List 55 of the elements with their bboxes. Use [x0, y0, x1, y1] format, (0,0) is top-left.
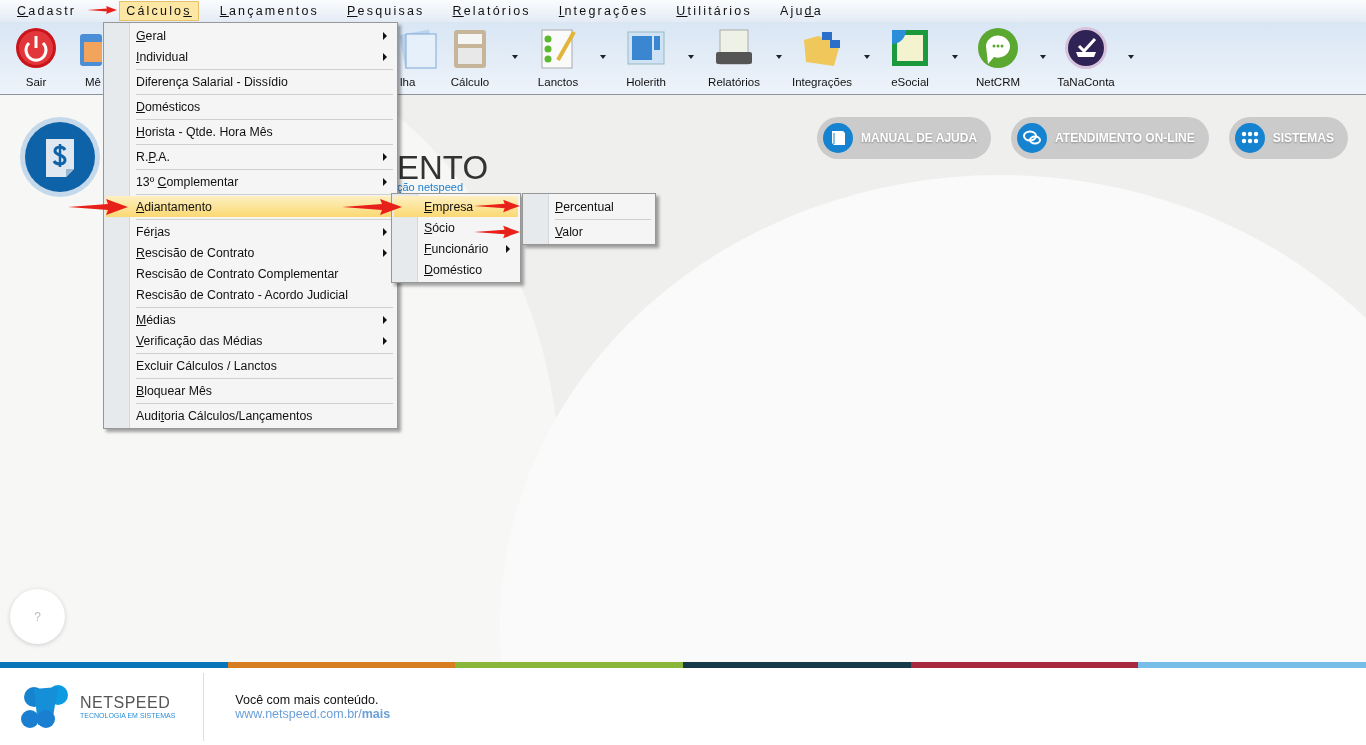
menu-item[interactable]: Rescisão de Contrato: [106, 242, 395, 263]
brand-logo-icon: [20, 684, 70, 729]
caret-icon[interactable]: [512, 55, 518, 59]
toolbar-button[interactable]: eSocial: [876, 22, 944, 88]
tray-check-icon: [1064, 26, 1108, 70]
menu-item[interactable]: Domésticos: [106, 96, 395, 117]
menu-item[interactable]: Lançamentos: [212, 1, 326, 21]
menu-item[interactable]: Férias: [106, 221, 395, 242]
menu-item[interactable]: 13º Complementar: [106, 171, 395, 192]
menu-item[interactable]: Bloquear Mês: [106, 380, 395, 401]
caret-icon[interactable]: [1128, 55, 1134, 59]
footer-message: Você com mais conteúdo.: [235, 692, 380, 707]
toolbar-button[interactable]: Lanctos: [524, 22, 592, 88]
menu-item[interactable]: Utilitários: [669, 1, 759, 21]
menu-item[interactable]: Rescisão de Contrato Complementar: [106, 263, 395, 284]
menu-item[interactable]: Rescisão de Contrato - Acordo Judicial: [106, 284, 395, 305]
menu-item[interactable]: I ntegrações: [551, 1, 656, 21]
chat-bubble-icon: [976, 26, 1020, 70]
toolbar-button[interactable]: Relatórios: [700, 22, 768, 88]
money-note-icon: [20, 117, 100, 197]
menu-item[interactable]: Excluir Cálculos / Lanctos: [106, 355, 395, 376]
menu-item[interactable]: Cadastr: [10, 1, 84, 21]
book-icon: [823, 123, 854, 153]
page-subtitle: ção netspeed: [397, 181, 465, 193]
caret-icon[interactable]: [864, 55, 870, 59]
toolbar-button[interactable]: TaNaConta: [1052, 22, 1120, 88]
toolbar-button[interactable]: lha: [396, 22, 436, 88]
toolbar-button[interactable]: Sair: [0, 22, 72, 88]
brand-name: NETSPEED: [80, 694, 172, 712]
caret-icon[interactable]: [1040, 55, 1046, 59]
menu-item[interactable]: Percentual: [525, 196, 653, 217]
power-icon: [14, 26, 58, 70]
menu-item[interactable]: Horista - Qtde. Hora Mês: [106, 121, 395, 142]
menu-item[interactable]: Funcionário: [394, 238, 518, 259]
menu-item[interactable]: Auditoria Cálculos/Lançamentos: [106, 405, 395, 426]
menu-item[interactable]: Empresa: [394, 196, 518, 217]
toolbar-button[interactable]: Cálculo: [436, 22, 504, 88]
menu-item[interactable]: Verificação das Médias: [106, 330, 395, 351]
menu-item[interactable]: Médias: [106, 309, 395, 330]
caret-icon[interactable]: [776, 55, 782, 59]
menu-item[interactable]: Doméstico: [394, 259, 518, 280]
menu-item[interactable]: R.P.A.: [106, 146, 395, 167]
grid-icon: [1234, 123, 1265, 153]
caret-icon[interactable]: [688, 55, 694, 59]
menu-item[interactable]: Cálculos: [119, 1, 199, 21]
caret-icon[interactable]: [600, 55, 606, 59]
menu-item[interactable]: Pesquisas: [340, 1, 432, 21]
caret-icon[interactable]: [952, 55, 958, 59]
toolbar-button[interactable]: Integrações: [788, 22, 856, 88]
menu-item[interactable]: Valor: [525, 221, 653, 242]
chat-icon: [1017, 123, 1048, 153]
toolbar-button[interactable]: NetCRM: [964, 22, 1032, 88]
toolbar-button[interactable]: Holerith: [612, 22, 680, 88]
menu-item[interactable]: Ajuda: [772, 1, 830, 21]
menu-item[interactable]: Relatórios: [445, 1, 538, 21]
